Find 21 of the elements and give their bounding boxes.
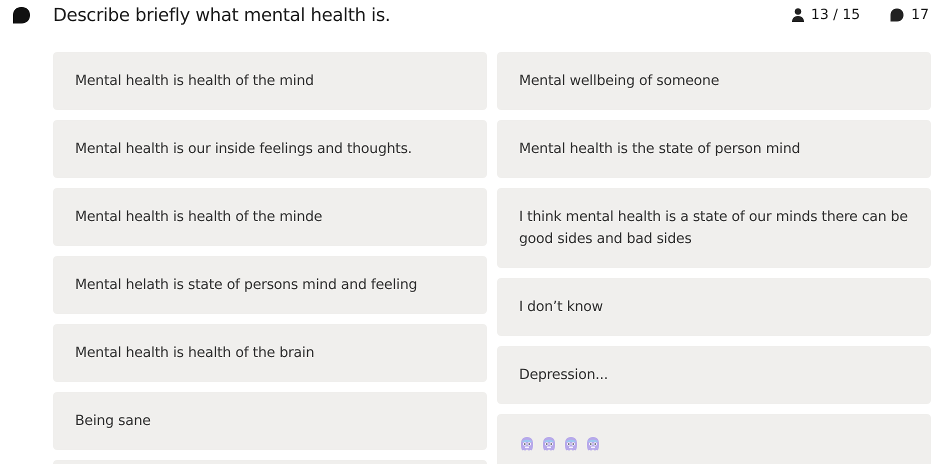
response-card: Mental helath is state of persons mind and feeling bbox=[53, 256, 487, 314]
participant-count: 13 / 15 bbox=[810, 7, 860, 23]
speech-bubble-icon bbox=[890, 8, 904, 22]
emoji-icon bbox=[519, 436, 535, 452]
person-icon bbox=[792, 8, 804, 22]
response-card: I think mental health is a state of our minds there can be good sides and bad sides bbox=[497, 188, 931, 268]
speech-bubble-icon bbox=[12, 6, 31, 24]
question-title: Describe briefly what mental health is. bbox=[53, 4, 392, 26]
response-count: 17 bbox=[911, 7, 929, 23]
response-card: Being sane bbox=[53, 392, 487, 450]
response-card: Mental health is the state of person mind bbox=[497, 120, 931, 178]
emoji-icon bbox=[585, 436, 601, 452]
response-card: Mental health is health of the brain bbox=[53, 324, 487, 382]
response-card: Mental wellbeing of someone bbox=[497, 52, 931, 110]
response-card: Mental health is our inside feelings and thoughts. bbox=[53, 120, 487, 178]
response-card: Depression... bbox=[497, 346, 931, 404]
emoji-icon bbox=[563, 436, 579, 452]
response-card: I don’t know bbox=[497, 278, 931, 336]
response-card: Mental health is health of the mind bbox=[53, 52, 487, 110]
response-card: Mental health is health of the minde bbox=[53, 188, 487, 246]
emoji-icon bbox=[541, 436, 557, 452]
